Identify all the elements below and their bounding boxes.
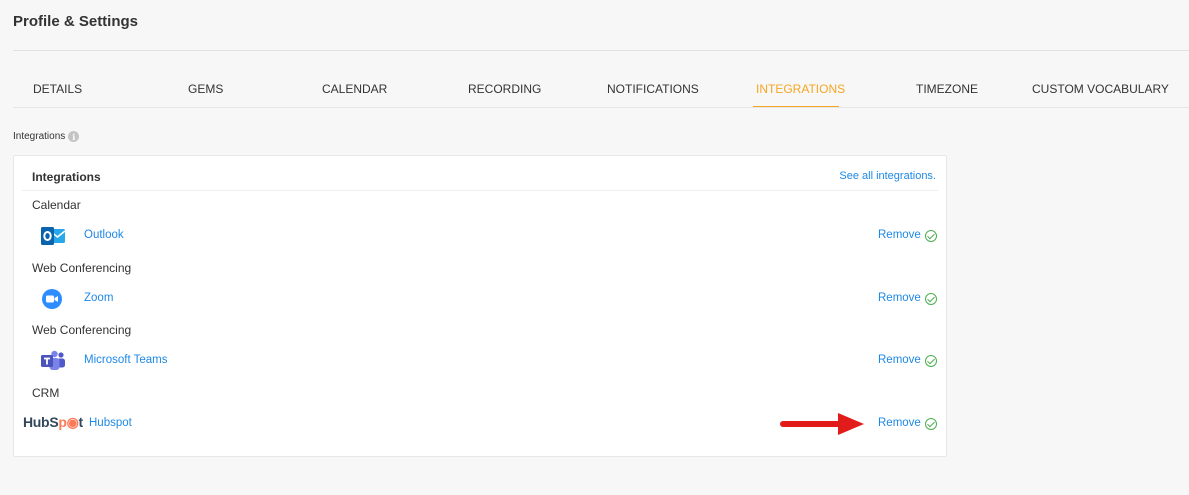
tab-timezone[interactable]: TIMEZONE <box>916 82 978 96</box>
tab-custom-vocabulary[interactable]: CUSTOM VOCABULARY <box>1032 82 1169 96</box>
tab-recording[interactable]: RECORDING <box>468 82 541 96</box>
integration-name-hubspot[interactable]: Hubspot <box>89 417 132 429</box>
integration-row-zoom: Zoom Remove <box>14 285 946 313</box>
tab-details[interactable]: DETAILS <box>33 82 82 96</box>
category-label: Calendar <box>32 198 81 212</box>
category-label: Web Conferencing <box>32 323 132 337</box>
category-label: CRM <box>32 386 60 400</box>
check-circle-icon <box>925 355 937 367</box>
integration-row-teams: Microsoft Teams Remove <box>14 347 946 375</box>
hubspot-logo-text: HubS <box>23 414 59 430</box>
remove-hubspot-button[interactable]: Remove <box>878 417 921 429</box>
integration-name-microsoft-teams[interactable]: Microsoft Teams <box>84 354 168 366</box>
section-label-text: Integrations <box>13 131 66 142</box>
remove-zoom-button[interactable]: Remove <box>878 292 921 304</box>
teams-icon <box>40 350 66 372</box>
tab-bar: DETAILS GEMS CALENDAR RECORDING NOTIFICA… <box>0 70 1189 108</box>
red-arrow-annotation <box>780 413 864 435</box>
remove-teams-button[interactable]: Remove <box>878 354 921 366</box>
tab-calendar[interactable]: CALENDAR <box>322 82 387 96</box>
card-header: Integrations <box>32 170 101 184</box>
divider <box>13 50 1189 51</box>
hubspot-logo-text: p <box>58 414 67 430</box>
check-circle-icon <box>925 293 937 305</box>
page-title: Profile & Settings <box>13 13 139 30</box>
outlook-icon <box>40 225 66 247</box>
integration-name-zoom[interactable]: Zoom <box>84 292 113 304</box>
integration-row-outlook: Outlook Remove <box>14 222 946 250</box>
settings-page: Profile & Settings DETAILS GEMS CALENDAR… <box>0 0 1189 495</box>
check-circle-icon <box>925 418 937 430</box>
category-label: Web Conferencing <box>32 261 132 275</box>
hubspot-sprocket-icon: ◉ <box>66 414 79 430</box>
divider <box>13 107 1189 108</box>
check-circle-icon <box>925 230 937 242</box>
tab-integrations[interactable]: INTEGRATIONS <box>756 82 845 96</box>
hubspot-logo-text: t <box>78 414 84 430</box>
see-all-integrations-link[interactable]: See all integrations. <box>839 170 936 182</box>
tab-notifications[interactable]: NOTIFICATIONS <box>607 82 699 96</box>
section-label: Integrations i <box>13 131 80 142</box>
tab-gems[interactable]: GEMS <box>188 82 223 96</box>
info-icon[interactable]: i <box>68 131 80 142</box>
divider <box>22 190 938 191</box>
remove-outlook-button[interactable]: Remove <box>878 229 921 241</box>
integration-name-outlook[interactable]: Outlook <box>84 229 124 241</box>
hubspot-logo: HubSp◉t <box>23 414 83 431</box>
zoom-icon <box>40 288 66 310</box>
